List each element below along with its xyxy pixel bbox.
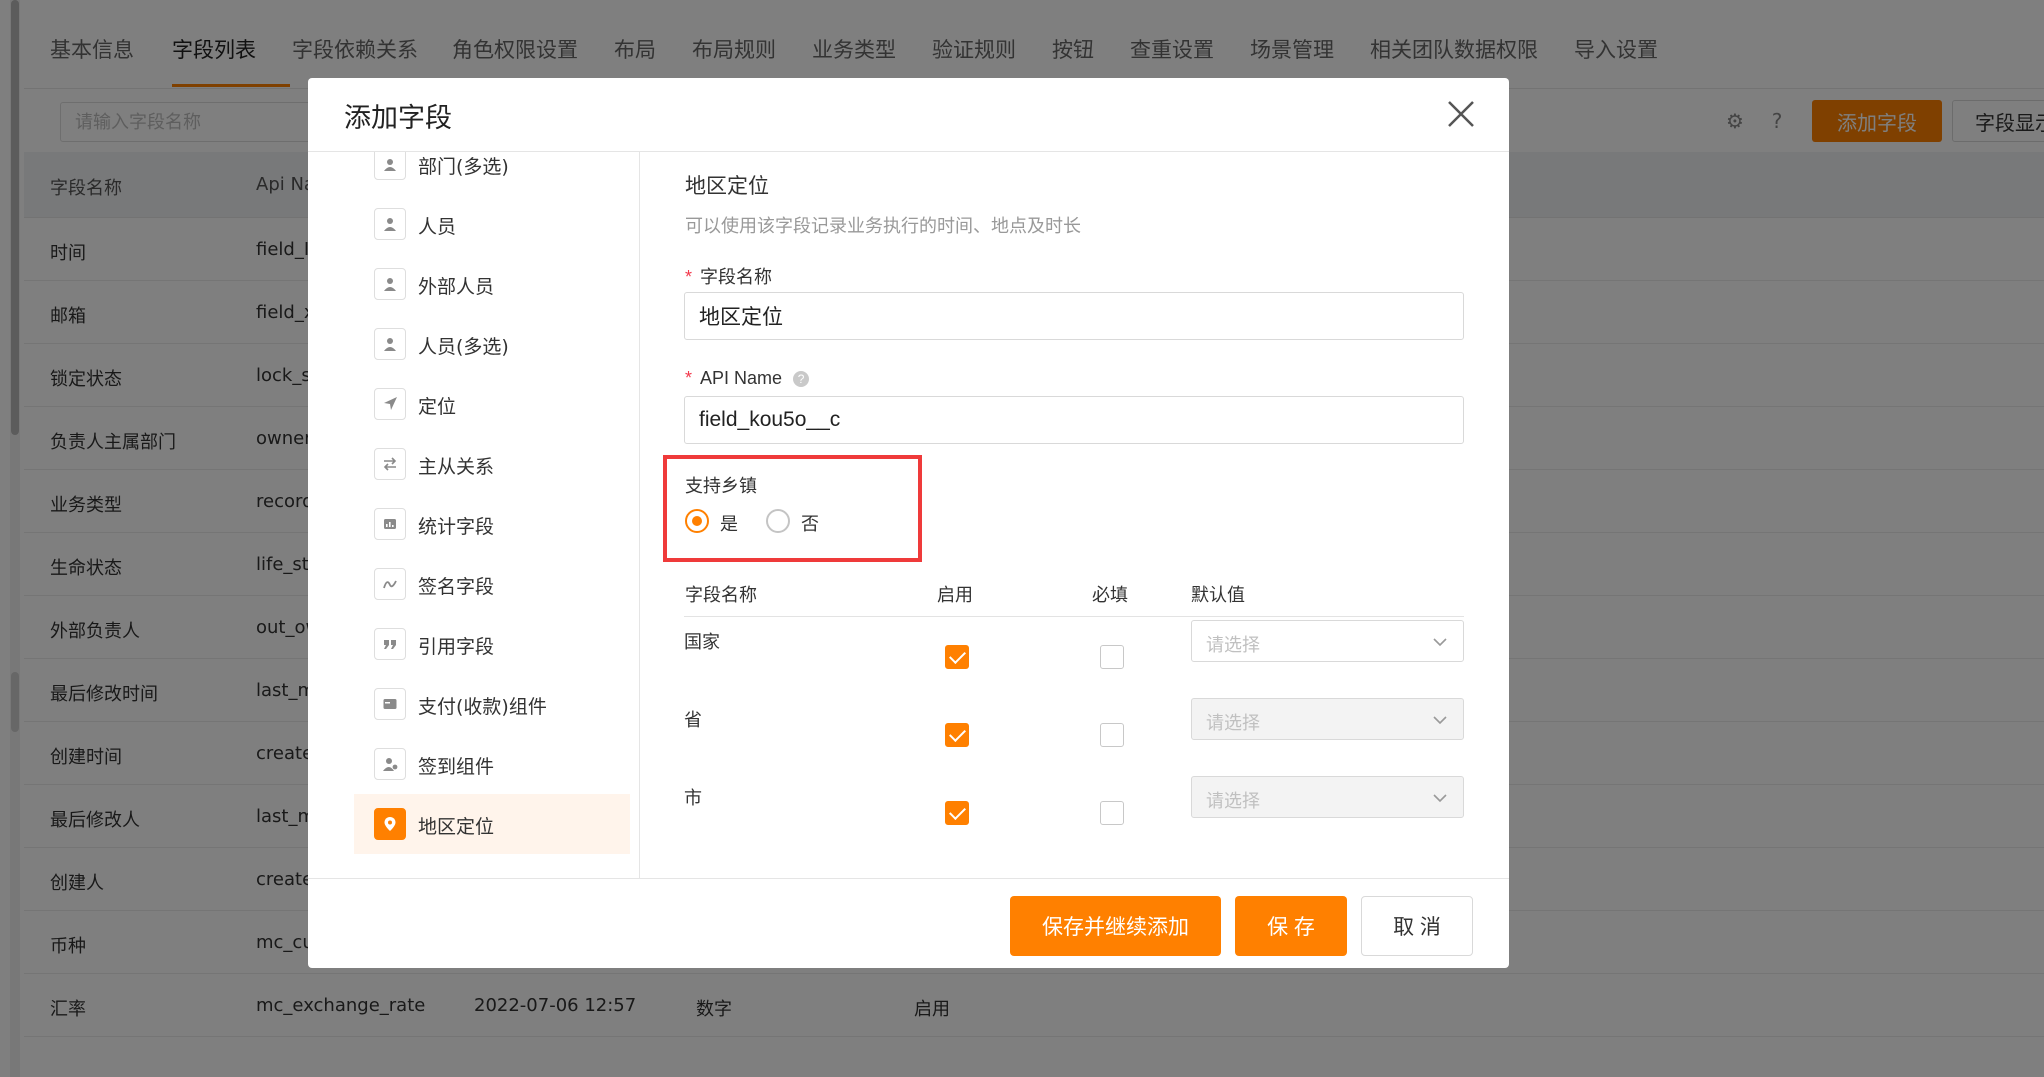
cancel-button[interactable]: 取 消 [1361,896,1473,956]
close-icon[interactable] [1443,96,1479,132]
select-placeholder: 请选择 [1206,713,1260,734]
field-name-input[interactable] [684,292,1464,340]
api-name-help-icon[interactable]: ? [793,371,810,387]
department-icon [374,152,406,180]
field-type-label: 定位 [418,396,457,418]
api-name-input[interactable] [684,396,1464,444]
sub-field-default-select[interactable]: 请选择 [1191,698,1464,740]
field-type-label: 统计字段 [418,516,495,538]
field-type-label: 人员(多选) [418,336,509,358]
sub-field-required-checkbox[interactable] [1100,723,1124,747]
select-placeholder: 请选择 [1206,791,1260,812]
chevron-down-icon [1431,633,1449,651]
field-type-item[interactable]: 人员 [354,194,630,254]
field-type-label: 部门(多选) [418,156,509,178]
field-type-item[interactable]: 外部人员 [354,254,630,314]
field-type-item[interactable]: 引用字段 [354,614,630,674]
highlight-annotation-box [663,455,922,562]
sub-field-default-select[interactable]: 请选择 [1191,776,1464,818]
field-type-item[interactable]: 地区定位 [354,794,630,854]
dialog-header: 添加字段 [308,78,1509,152]
checkin-icon [374,748,406,780]
sub-header-divider [684,616,1464,617]
swap-icon [374,448,406,480]
dialog-footer-divider [308,878,1509,879]
field-type-label: 签名字段 [418,576,495,598]
save-and-continue-button[interactable]: 保存并继续添加 [1010,896,1221,956]
field-type-label: 支付(收款)组件 [418,696,547,718]
field-type-item[interactable]: 统计字段 [354,494,630,554]
field-type-item[interactable]: 支付(收款)组件 [354,674,630,734]
sub-field-label: 市 [684,788,702,809]
sub-header-required: 必填 [1092,585,1128,606]
quote-icon [374,628,406,660]
signature-icon [374,568,406,600]
location-arrow-icon [374,388,406,420]
person-multi-icon [374,328,406,360]
sub-field-enabled-checkbox[interactable] [945,723,969,747]
field-type-label: 签到组件 [418,756,495,778]
field-name-label: * 字段名称 [685,267,773,287]
sub-header-enabled: 启用 [937,585,973,606]
field-name-label-text: 字段名称 [700,267,773,287]
map-pin-icon [374,808,406,840]
payment-icon [374,688,406,720]
save-button[interactable]: 保 存 [1235,896,1347,956]
field-type-item[interactable]: 主从关系 [354,434,630,494]
sub-field-required-checkbox[interactable] [1100,801,1124,825]
person-icon [374,208,406,240]
field-type-item[interactable]: 人员(多选) [354,314,630,374]
field-type-label: 地区定位 [418,816,495,838]
section-description: 可以使用该字段记录业务执行的时间、地点及时长 [685,216,1081,237]
sub-field-enabled-checkbox[interactable] [945,801,969,825]
section-title: 地区定位 [685,174,769,198]
dialog-title: 添加字段 [344,103,452,134]
field-type-item[interactable]: 签名字段 [354,554,630,614]
chevron-down-icon [1431,711,1449,729]
field-type-label: 人员 [418,216,457,238]
field-type-item[interactable]: 部门(多选) [354,152,630,194]
field-type-list: 部门(多选) 人员外部人员人员(多选) 定位主从关系统计字段签名字段引用字段支付(收… [308,152,640,878]
sub-header-name: 字段名称 [685,585,757,606]
external-person-icon [374,268,406,300]
chevron-down-icon [1431,789,1449,807]
field-type-item[interactable]: 签到组件 [354,734,630,794]
sub-field-required-checkbox[interactable] [1100,645,1124,669]
sub-header-default: 默认值 [1191,585,1245,606]
select-placeholder: 请选择 [1206,635,1260,656]
api-name-label-text: API Name [700,368,783,388]
field-type-label: 引用字段 [418,636,495,658]
sub-field-default-select[interactable]: 请选择 [1191,620,1464,662]
sub-field-label: 国家 [684,632,720,653]
field-type-item[interactable]: 定位 [354,374,630,434]
sub-field-enabled-checkbox[interactable] [945,645,969,669]
field-type-label: 外部人员 [418,276,495,298]
sub-field-label: 省 [684,710,702,731]
api-name-label: * API Name ? [685,368,810,389]
field-type-label: 主从关系 [418,456,495,478]
statistics-icon [374,508,406,540]
